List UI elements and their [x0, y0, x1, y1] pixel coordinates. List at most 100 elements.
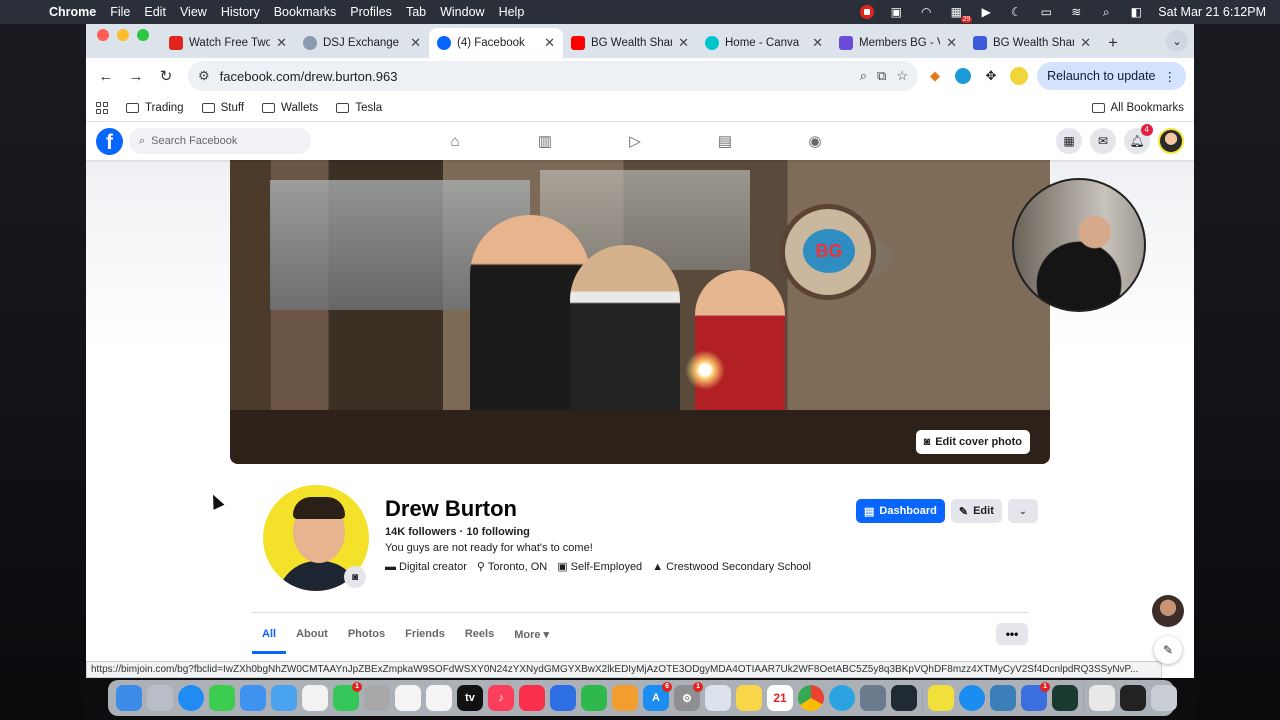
vpn-icon[interactable]: ◠	[918, 5, 934, 19]
tab-photos[interactable]: Photos	[338, 618, 395, 650]
pages-icon[interactable]	[612, 685, 638, 711]
trading-app-icon[interactable]	[891, 685, 917, 711]
tab-canva[interactable]: Home - Canva ✕	[697, 28, 831, 58]
facetime-icon[interactable]: 1	[333, 682, 362, 711]
preview-icon[interactable]	[860, 685, 886, 711]
terminal-window-icon[interactable]	[1120, 685, 1146, 711]
update-profile-photo-camera-icon[interactable]: ◙	[344, 566, 366, 588]
calendar-badge-icon[interactable]: ▦ 29	[948, 5, 973, 23]
quicktime-icon[interactable]	[959, 685, 985, 711]
tab-bg-wealth-1[interactable]: BG Wealth Shari ✕	[563, 28, 697, 58]
app-store-icon[interactable]: A6	[643, 682, 672, 711]
tab-watch-free[interactable]: Watch Free Two ✕	[161, 28, 295, 58]
control-center-icon[interactable]: ◧	[1128, 5, 1144, 19]
menu-bookmarks[interactable]: Bookmarks	[267, 5, 344, 19]
bookmark-folder-stuff[interactable]: Stuff	[201, 102, 244, 114]
all-bookmarks-button[interactable]: All Bookmarks	[1091, 102, 1184, 114]
new-message-compose-icon[interactable]: ✎	[1154, 636, 1182, 664]
tab-search-chevron-icon[interactable]: ⌄	[1166, 30, 1188, 52]
address-bar[interactable]: ⚙ facebook.com/drew.burton.963 ⌕ ⧉ ☆	[188, 61, 918, 91]
system-settings-icon[interactable]: ⚙ 1	[674, 682, 703, 711]
notifications-bell-icon[interactable]: 🔔︎ 4	[1124, 124, 1153, 154]
menu-tab[interactable]: Tab	[399, 5, 433, 19]
search-icon[interactable]: ⌕	[1098, 5, 1114, 19]
battery-icon[interactable]: ▭	[1038, 5, 1054, 19]
chrome-icon[interactable]	[798, 685, 824, 711]
install-app-icon[interactable]: ⧉	[877, 68, 886, 84]
cursor-app-icon[interactable]: 1	[1021, 682, 1050, 711]
stickies-icon[interactable]	[928, 685, 954, 711]
tab-about[interactable]: About	[286, 618, 338, 650]
mail-icon[interactable]	[240, 685, 266, 711]
close-tab-icon[interactable]: ✕	[1080, 35, 1091, 51]
calendar-icon[interactable]: 21	[767, 685, 793, 711]
iphone-mirroring-icon[interactable]	[705, 685, 731, 711]
launchpad-icon[interactable]	[147, 685, 173, 711]
minimize-window-button[interactable]	[117, 29, 129, 41]
tab-more[interactable]: More ▾	[504, 618, 559, 651]
dashboard-button[interactable]: ▤ Dashboard	[856, 499, 945, 523]
groups-icon[interactable]: ◉	[806, 132, 824, 150]
tab-all[interactable]: All	[252, 618, 287, 654]
facebook-logo-icon[interactable]: f	[96, 127, 123, 155]
trash-icon[interactable]	[1151, 685, 1177, 711]
cover-photo[interactable]: BG ◙ Edit cover photo	[230, 160, 1050, 464]
followers-count[interactable]: 14K followers	[385, 526, 457, 538]
trading-app-2-icon[interactable]	[1052, 685, 1078, 711]
bookmark-folder-tesla[interactable]: Tesla	[336, 102, 382, 114]
menu-help[interactable]: Help	[492, 5, 532, 19]
menu-profiles[interactable]: Profiles	[343, 5, 399, 19]
contacts-icon[interactable]	[364, 685, 390, 711]
menu-window[interactable]: Window	[433, 5, 491, 19]
apps-grid-icon[interactable]	[96, 101, 108, 114]
menu-view[interactable]: View	[173, 5, 214, 19]
edit-cover-photo-button[interactable]: ◙ Edit cover photo	[915, 430, 1030, 454]
keynote-icon[interactable]	[550, 685, 576, 711]
tab-dsj-exchange[interactable]: DSJ Exchange ✕	[295, 28, 429, 58]
numbers-icon[interactable]	[581, 685, 607, 711]
video-icon[interactable]: ▷	[626, 132, 644, 150]
play-extension-icon[interactable]	[952, 65, 974, 87]
back-button[interactable]: ←	[94, 64, 118, 88]
profile-options-chevron-down-icon[interactable]: ⌄	[1007, 499, 1038, 523]
tab-friends[interactable]: Friends	[395, 618, 455, 650]
menu-edit[interactable]: Edit	[137, 5, 173, 19]
extensions-puzzle-icon[interactable]: ✥	[980, 65, 1002, 87]
screen-share-icon[interactable]: ▣	[888, 5, 904, 19]
tab-reels[interactable]: Reels	[455, 618, 504, 650]
marketplace-icon[interactable]: ▤	[716, 132, 734, 150]
bookmark-folder-trading[interactable]: Trading	[126, 102, 184, 114]
document-stack-icon[interactable]	[1089, 685, 1115, 711]
reload-button[interactable]: ↻	[154, 64, 178, 88]
metamask-extension-icon[interactable]: ◆	[924, 65, 946, 87]
home-icon[interactable]: ⌂	[446, 132, 464, 150]
play-icon[interactable]: ▶	[978, 5, 994, 19]
safari-icon[interactable]	[178, 685, 204, 711]
maps-icon[interactable]	[271, 685, 297, 711]
menubar-datetime[interactable]: Sat Mar 21 6:12PM	[1158, 5, 1266, 19]
site-info-icon[interactable]: ⚙	[198, 68, 210, 84]
messenger-icon[interactable]: ✉	[1090, 128, 1116, 154]
news-icon[interactable]	[519, 685, 545, 711]
close-tab-icon[interactable]: ✕	[276, 35, 287, 51]
url-text[interactable]: facebook.com/drew.burton.963	[220, 69, 850, 84]
telegram-icon[interactable]	[829, 685, 855, 711]
bookmark-folder-wallets[interactable]: Wallets	[262, 102, 318, 114]
reminders-icon[interactable]	[395, 685, 421, 711]
freeform-icon[interactable]	[426, 685, 452, 711]
new-tab-button[interactable]: +	[1099, 28, 1127, 58]
close-tab-icon[interactable]: ✕	[946, 35, 957, 51]
tab-members-bg[interactable]: Members BG - V ✕	[831, 28, 965, 58]
relaunch-to-update-button[interactable]: Relaunch to update ⋮	[1037, 62, 1186, 90]
feeds-icon[interactable]: ▥	[536, 132, 554, 150]
bookmark-star-icon[interactable]: ☆	[896, 68, 908, 84]
account-avatar[interactable]	[1158, 128, 1184, 154]
edit-profile-button[interactable]: ✎ Edit	[950, 499, 1002, 523]
zoom-icon[interactable]: ⌕	[860, 68, 867, 84]
vpn-app-icon[interactable]	[990, 685, 1016, 711]
messages-icon[interactable]	[209, 685, 235, 711]
close-tab-icon[interactable]: ✕	[812, 35, 823, 51]
close-tab-icon[interactable]: ✕	[544, 35, 555, 51]
forward-button[interactable]: →	[124, 64, 148, 88]
music-icon[interactable]: ♪	[488, 685, 514, 711]
